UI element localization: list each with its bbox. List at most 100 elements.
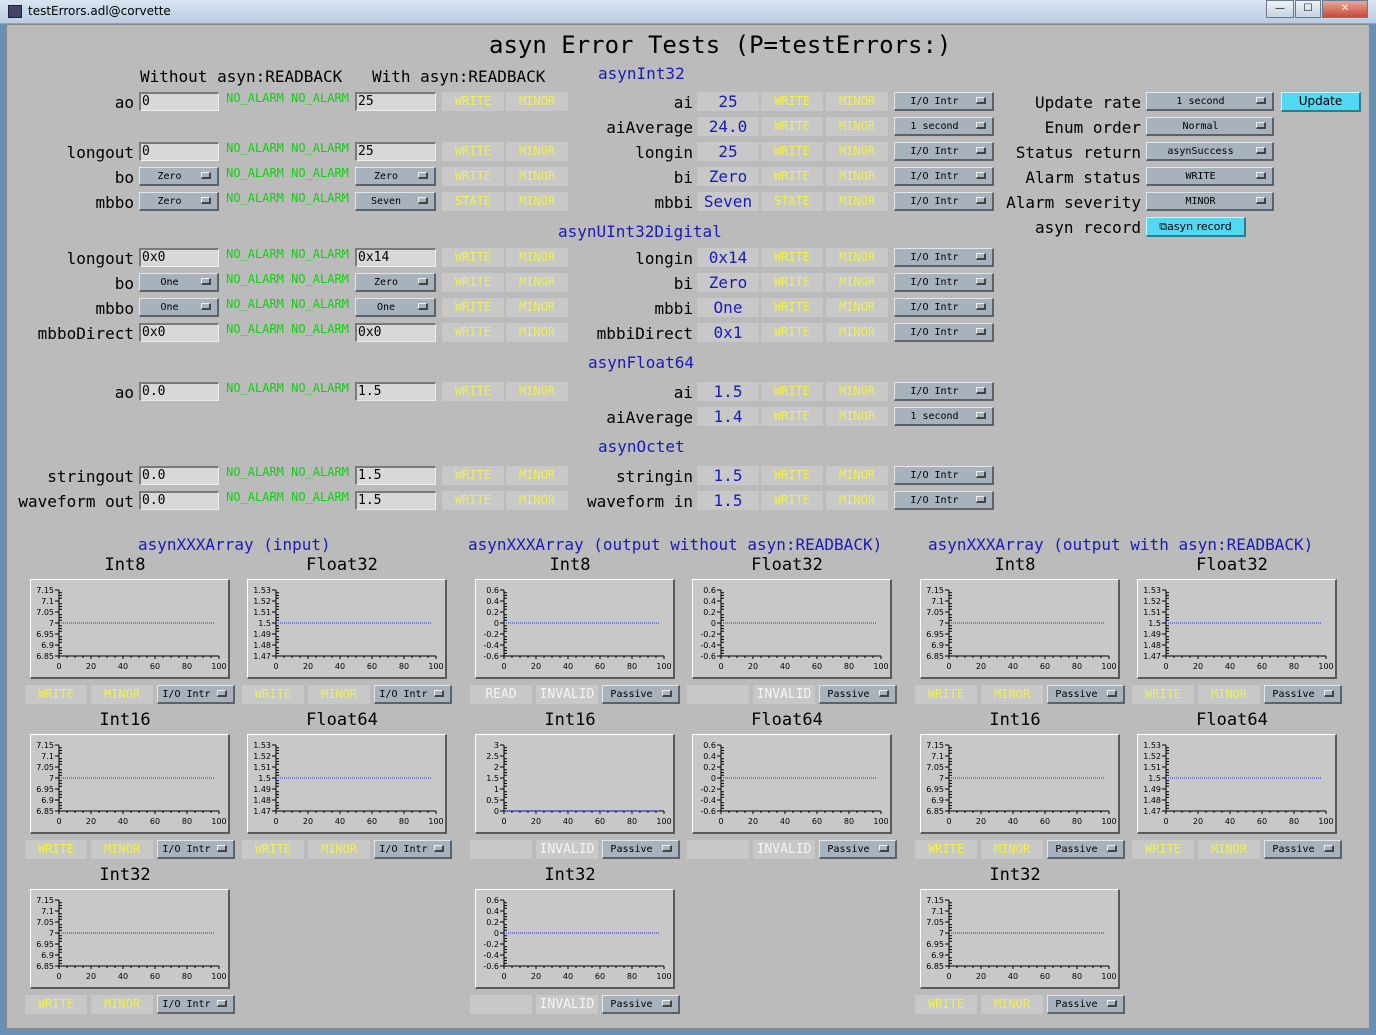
plot-scan-menu[interactable]: I/O Intr: [157, 685, 235, 704]
input-status: WRITE: [761, 248, 823, 267]
page-title: asyn Error Tests (P=testErrors:): [489, 31, 952, 59]
readback-menu[interactable]: Zero: [355, 167, 436, 186]
input-status: WRITE: [761, 323, 823, 342]
alarm-status-menu[interactable]: WRITE: [1146, 167, 1274, 186]
menu-marker-icon: [1256, 172, 1266, 179]
readback-entry[interactable]: 0x0: [355, 323, 436, 342]
input-scan-menu[interactable]: 1 second: [894, 117, 994, 136]
plot-scan-menu[interactable]: Passive: [1264, 685, 1342, 704]
severity-no-alarm: NO_ALARM: [291, 272, 349, 286]
window-icon: ⧉: [1159, 220, 1168, 233]
input-severity: MINOR: [826, 167, 888, 186]
input-scan-menu[interactable]: I/O Intr: [894, 466, 994, 485]
input-severity: MINOR: [826, 92, 888, 111]
update-button[interactable]: Update: [1281, 92, 1361, 112]
plot-scan-menu[interactable]: Passive: [1047, 995, 1125, 1014]
plot-status: WRITE: [915, 840, 977, 859]
maximize-button[interactable]: ☐: [1295, 0, 1321, 18]
alarm-severity-menu[interactable]: MINOR: [1146, 192, 1274, 211]
output-entry[interactable]: 0: [139, 92, 219, 111]
input-value: 1.5: [697, 491, 759, 510]
menu-marker-icon: [976, 97, 986, 104]
plot-x-tick-label: 40: [118, 972, 128, 981]
input-scan-menu[interactable]: I/O Intr: [894, 248, 994, 267]
readback-entry[interactable]: 1.5: [355, 491, 436, 510]
waveform-plot: 0.6 0.4 0.2 0 -0.2 -0.4 -0.6 0 20 40 60 80 100: [692, 579, 892, 679]
plot-scan-menu[interactable]: Passive: [602, 995, 680, 1014]
input-scan-menu[interactable]: I/O Intr: [894, 167, 994, 186]
output-entry[interactable]: 0: [139, 142, 219, 161]
asyn-record-button-label: asyn record: [1167, 220, 1232, 233]
plot-y-tick-label: 7.1: [41, 597, 54, 606]
output-menu[interactable]: One: [139, 273, 219, 292]
plot-title: Int16: [989, 710, 1041, 730]
plot-y-tick-label: 1.49: [1143, 785, 1161, 794]
plot-x-tick-label: 80: [399, 817, 409, 826]
output-menu[interactable]: Zero: [139, 192, 219, 211]
readback-menu[interactable]: Seven: [355, 192, 436, 211]
window-titlebar[interactable]: testErrors.adl@corvette — ☐ ✕: [0, 0, 1376, 24]
input-scan-menu[interactable]: I/O Intr: [894, 142, 994, 161]
plot-x-tick-label: 80: [182, 817, 192, 826]
plot-title: Int32: [989, 865, 1041, 885]
menu-value: I/O Intr: [910, 196, 959, 207]
input-scan-menu[interactable]: 1 second: [894, 407, 994, 426]
input-scan-menu[interactable]: I/O Intr: [894, 192, 994, 211]
output-entry[interactable]: 0x0: [139, 248, 219, 267]
menu-value: I/O Intr: [379, 844, 428, 855]
plot-y-tick-label: 6.9: [931, 951, 944, 960]
plot-scan-menu[interactable]: Passive: [819, 685, 897, 704]
output-entry[interactable]: 0.0: [139, 382, 219, 401]
plot-scan-menu[interactable]: Passive: [602, 840, 680, 859]
update-rate-menu[interactable]: 1 second: [1146, 92, 1274, 111]
menu-marker-icon: [418, 172, 428, 179]
plot-scan-menu[interactable]: I/O Intr: [374, 685, 452, 704]
plot-scan-menu[interactable]: I/O Intr: [157, 995, 235, 1014]
readback-entry[interactable]: 25: [355, 92, 436, 111]
plot-y-tick-label: 1.51: [1143, 608, 1161, 617]
input-label: ai: [673, 93, 693, 112]
input-scan-menu[interactable]: I/O Intr: [894, 382, 994, 401]
plot-scan-menu[interactable]: Passive: [1264, 840, 1342, 859]
enum-order-menu[interactable]: Normal: [1146, 117, 1274, 136]
plot-scan-menu[interactable]: Passive: [1047, 840, 1125, 859]
input-scan-menu[interactable]: I/O Intr: [894, 298, 994, 317]
readback-menu[interactable]: One: [355, 298, 436, 317]
readback-entry[interactable]: 25: [355, 142, 436, 161]
minimize-button[interactable]: —: [1266, 0, 1294, 18]
alarm-severity-label: Alarm severity: [1006, 193, 1141, 212]
plot-scan-menu[interactable]: Passive: [1047, 685, 1125, 704]
input-severity: MINOR: [826, 491, 888, 510]
input-scan-menu[interactable]: I/O Intr: [894, 491, 994, 510]
plot-scan-menu[interactable]: I/O Intr: [157, 840, 235, 859]
readback-entry[interactable]: 1.5: [355, 466, 436, 485]
output-entry[interactable]: 0.0: [139, 491, 219, 510]
readback-entry[interactable]: 1.5: [355, 382, 436, 401]
status-return-menu[interactable]: asynSuccess: [1146, 142, 1274, 161]
output-menu[interactable]: Zero: [139, 167, 219, 186]
input-scan-menu[interactable]: I/O Intr: [894, 273, 994, 292]
severity-no-alarm: NO_ALARM: [291, 465, 349, 479]
plot-y-tick-label: 1.5: [486, 774, 499, 783]
plot-y-tick-label: 6.95: [36, 940, 54, 949]
plot-x-tick-label: 20: [748, 662, 758, 671]
status-no-alarm: NO_ALARM: [226, 166, 284, 180]
plot-scan-menu[interactable]: I/O Intr: [374, 840, 452, 859]
output-entry[interactable]: 0x0: [139, 323, 219, 342]
plot-scan-menu[interactable]: Passive: [819, 840, 897, 859]
close-button[interactable]: ✕: [1322, 0, 1368, 18]
plot-y-tick-label: -0.2: [483, 630, 499, 639]
output-entry[interactable]: 0.0: [139, 466, 219, 485]
plot-status: WRITE: [1132, 840, 1194, 859]
asyn-record-button[interactable]: ⧉asyn record: [1146, 217, 1246, 237]
plot-svg: 7.15 7.1 7.05 7 6.95 6.9 6.850 20 40 60 80 100: [926, 586, 1116, 671]
readback-entry[interactable]: 0x14: [355, 248, 436, 267]
menu-marker-icon: [976, 197, 986, 204]
plot-scan-menu[interactable]: Passive: [602, 685, 680, 704]
input-scan-menu[interactable]: I/O Intr: [894, 92, 994, 111]
readback-menu[interactable]: Zero: [355, 273, 436, 292]
output-menu[interactable]: One: [139, 298, 219, 317]
output-label: longout: [66, 143, 134, 162]
input-value: 25: [697, 142, 759, 161]
input-scan-menu[interactable]: I/O Intr: [894, 323, 994, 342]
